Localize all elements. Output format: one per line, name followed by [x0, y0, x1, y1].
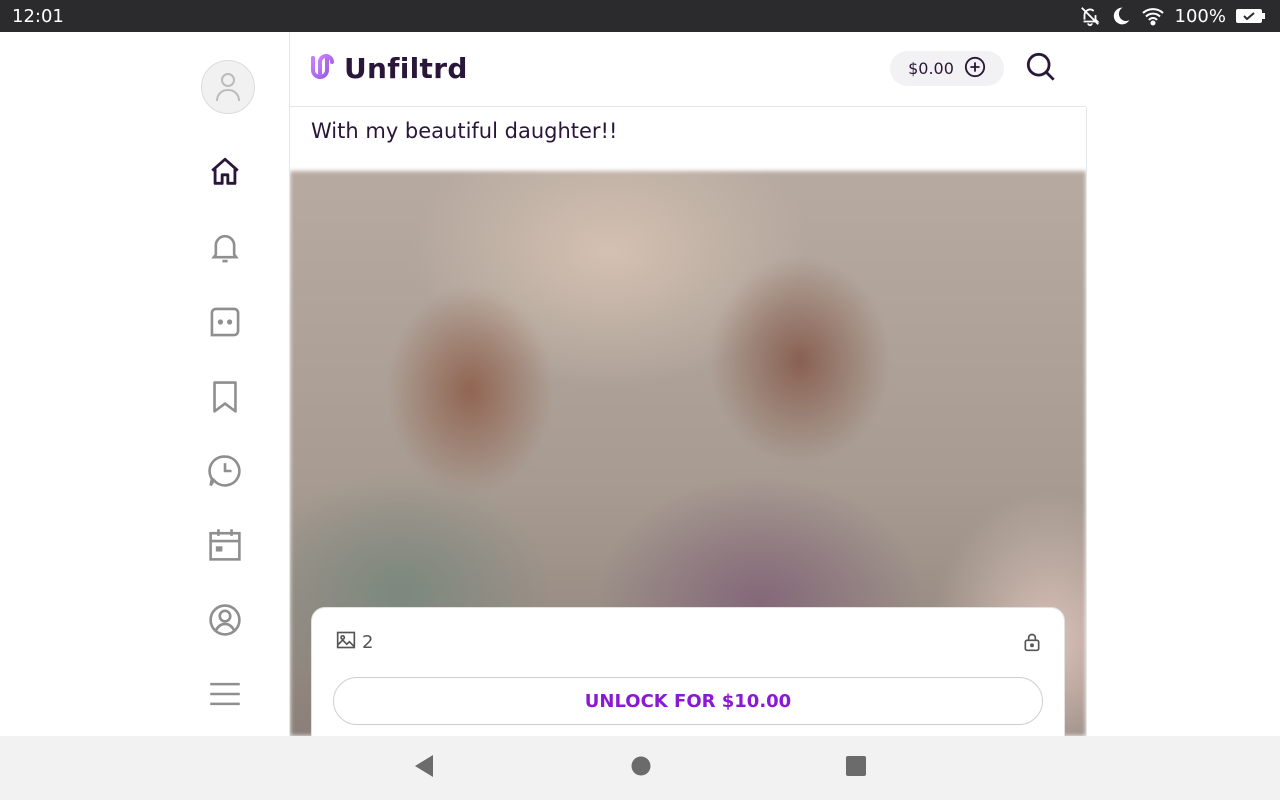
wallet-balance-button[interactable]: $0.00 [890, 51, 1004, 86]
search-button[interactable] [1024, 52, 1058, 86]
wallet-amount: $0.00 [908, 59, 954, 78]
sidebar-item-calendar[interactable] [205, 527, 245, 567]
user-circle-icon [208, 603, 242, 642]
sidebar-item-home[interactable] [205, 154, 245, 194]
clock-chat-icon [208, 454, 242, 493]
sidebar [0, 32, 290, 736]
status-icons: 100% [1079, 4, 1266, 28]
battery-percent: 100% [1174, 5, 1226, 27]
back-triangle-icon [413, 754, 435, 783]
avatar[interactable] [201, 60, 255, 114]
home-button[interactable] [629, 756, 653, 780]
recents-button[interactable] [844, 755, 868, 782]
sidebar-item-history[interactable] [205, 453, 245, 493]
post-card: With my beautiful daughter!! 2 UNLOCK FO… [290, 107, 1087, 736]
lock-icon [1022, 632, 1042, 657]
sidebar-item-menu[interactable] [205, 676, 245, 716]
system-status-bar: 12:01 100% [0, 0, 1280, 32]
search-icon [1026, 52, 1056, 87]
sidebar-item-messages[interactable] [205, 304, 245, 344]
bookmark-icon [211, 380, 239, 419]
logo-mark-icon [310, 52, 338, 85]
brand-name: Unfiltrd [344, 52, 468, 85]
calendar-icon [208, 528, 242, 567]
locked-content-card: 2 UNLOCK FOR $10.00 [311, 607, 1065, 736]
home-circle-icon [630, 755, 652, 782]
notifications-off-icon [1079, 5, 1101, 27]
sidebar-item-notifications[interactable] [205, 230, 245, 270]
brand-logo[interactable]: Unfiltrd [310, 52, 468, 85]
add-funds-icon [964, 56, 986, 82]
back-button[interactable] [412, 754, 436, 783]
hamburger-menu-icon [209, 680, 241, 713]
wifi-icon [1141, 6, 1165, 26]
app-header: Unfiltrd $0.00 [290, 32, 1086, 107]
sidebar-item-profile[interactable] [205, 602, 245, 642]
media-count: 2 [336, 630, 373, 655]
recents-square-icon [845, 755, 867, 782]
chat-icon [208, 306, 242, 343]
bell-icon [209, 231, 241, 270]
post-caption: With my beautiful daughter!! [311, 119, 618, 143]
system-navigation-bar [0, 736, 1280, 800]
unlock-button[interactable]: UNLOCK FOR $10.00 [333, 677, 1043, 725]
sidebar-item-saved[interactable] [205, 379, 245, 419]
do-not-disturb-moon-icon [1111, 6, 1131, 26]
status-time: 12:01 [12, 6, 64, 27]
media-count-value: 2 [362, 632, 374, 653]
image-icon [336, 630, 356, 655]
battery-icon [1236, 8, 1266, 24]
home-icon [208, 155, 242, 194]
